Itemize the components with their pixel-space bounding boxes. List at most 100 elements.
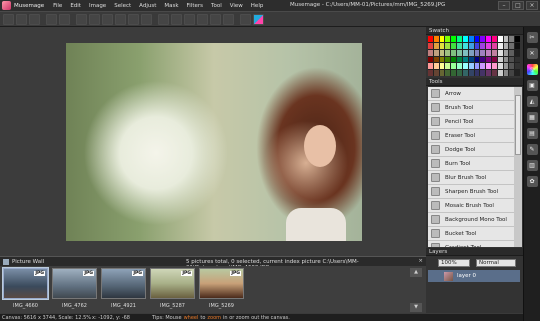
- rotate-right-icon[interactable]: [89, 13, 100, 25]
- crop-icon[interactable]: [115, 13, 126, 25]
- close-window-button[interactable]: ×: [526, 1, 538, 10]
- move-icon[interactable]: [197, 13, 208, 25]
- swatch-color[interactable]: [497, 63, 503, 70]
- swatch-color[interactable]: [445, 63, 451, 70]
- swatch-color[interactable]: [445, 36, 451, 42]
- swatch-color[interactable]: [451, 63, 457, 70]
- canvas-icon[interactable]: [141, 13, 152, 25]
- swatch-color[interactable]: [497, 42, 503, 49]
- swatch-color[interactable]: [445, 49, 451, 56]
- menu-file[interactable]: File: [53, 3, 62, 9]
- swatch-color[interactable]: [457, 70, 462, 76]
- swatch-color[interactable]: [503, 49, 509, 56]
- swatch-color[interactable]: [428, 70, 433, 76]
- lasso-icon[interactable]: [171, 13, 182, 25]
- menu-adjust[interactable]: Adjust: [139, 3, 156, 9]
- swatch-color[interactable]: [486, 42, 491, 49]
- camera-icon[interactable]: ▣: [526, 80, 538, 91]
- swatch-color[interactable]: [451, 36, 457, 42]
- menu-tool[interactable]: Tool: [211, 3, 222, 9]
- swatch-color[interactable]: [474, 42, 480, 49]
- collage-icon[interactable]: ▤: [526, 128, 538, 139]
- swatch-color[interactable]: [503, 42, 509, 49]
- swatch-color[interactable]: [428, 63, 433, 70]
- swatch-color[interactable]: [468, 42, 474, 49]
- print-icon[interactable]: [29, 13, 40, 25]
- swatch-color[interactable]: [497, 49, 503, 56]
- tool-item[interactable]: Brush Tool: [428, 101, 514, 115]
- swatch-color[interactable]: [480, 36, 486, 42]
- swatch-color[interactable]: [486, 36, 491, 42]
- swatch-color[interactable]: [468, 63, 474, 70]
- tool-item[interactable]: Pencil Tool: [428, 115, 514, 129]
- thumbnail-item[interactable]: JPG IMG_4660: [2, 267, 49, 313]
- swatch-color[interactable]: [439, 63, 445, 70]
- tool-item[interactable]: Bucket Tool: [428, 227, 514, 241]
- swatch-color[interactable]: [457, 49, 462, 56]
- swatch-color[interactable]: [486, 70, 491, 76]
- crop-tool-icon[interactable]: ✕: [526, 48, 538, 59]
- swatch-color[interactable]: [480, 63, 486, 70]
- thumbnail-item[interactable]: JPG IMG_4921: [101, 268, 146, 313]
- swatch-color[interactable]: [491, 70, 497, 76]
- swatch-color[interactable]: [451, 70, 457, 76]
- swatch-color[interactable]: [433, 63, 439, 70]
- tool-item[interactable]: Background Mono Tool: [428, 213, 514, 227]
- thumbnail-item[interactable]: JPG IMG_5269: [199, 268, 244, 313]
- maximize-button[interactable]: □: [512, 1, 524, 10]
- swatch-color[interactable]: [515, 63, 520, 70]
- swatch-color[interactable]: [480, 49, 486, 56]
- swatch-color[interactable]: [468, 56, 474, 63]
- rotate-left-icon[interactable]: [76, 13, 87, 25]
- swatch-color[interactable]: [445, 70, 451, 76]
- tool-item[interactable]: Burn Tool: [428, 157, 514, 171]
- picture-wall-close-button[interactable]: ×: [418, 258, 423, 264]
- menu-help[interactable]: Help: [251, 3, 264, 9]
- swatch-color[interactable]: [497, 70, 503, 76]
- swatch-color[interactable]: [474, 63, 480, 70]
- magic-select-icon[interactable]: [184, 13, 195, 25]
- tools-icon[interactable]: ✂: [526, 32, 538, 43]
- layers-icon[interactable]: [240, 13, 251, 25]
- swatch-color[interactable]: [515, 42, 520, 49]
- drops-icon[interactable]: ◭: [526, 96, 538, 107]
- folder-open-icon[interactable]: [3, 13, 14, 25]
- swatch-color[interactable]: [439, 36, 445, 42]
- layers-icon[interactable]: ▥: [526, 160, 538, 171]
- menu-edit[interactable]: Edit: [70, 3, 81, 9]
- swatch-color[interactable]: [445, 56, 451, 63]
- swatch-color[interactable]: [433, 49, 439, 56]
- layer-row[interactable]: layer 0: [428, 270, 520, 282]
- text-icon[interactable]: [223, 13, 234, 25]
- tool-item[interactable]: Mosaic Brush Tool: [428, 199, 514, 213]
- swatch-color[interactable]: [491, 63, 497, 70]
- swatch-color[interactable]: [468, 70, 474, 76]
- swatch-color[interactable]: [462, 49, 468, 56]
- swatch-color[interactable]: [515, 49, 520, 56]
- swatch-color[interactable]: [451, 56, 457, 63]
- pen-icon[interactable]: ✎: [526, 144, 538, 155]
- zoom-icon[interactable]: [210, 13, 221, 25]
- swatch-color[interactable]: [439, 42, 445, 49]
- opacity-field[interactable]: 100%: [438, 259, 470, 267]
- swatch-color[interactable]: [462, 36, 468, 42]
- swatch-color[interactable]: [451, 42, 457, 49]
- swatch-color[interactable]: [428, 36, 433, 42]
- scroll-down-button[interactable]: ▼: [410, 303, 422, 312]
- swatch-color[interactable]: [457, 36, 462, 42]
- menu-filters[interactable]: Filters: [187, 3, 204, 9]
- swatch-color[interactable]: [474, 36, 480, 42]
- grid-icon[interactable]: ▦: [526, 112, 538, 123]
- tool-item[interactable]: Blur Brush Tool: [428, 171, 514, 185]
- redo-icon[interactable]: [59, 13, 70, 25]
- scroll-up-button[interactable]: ▲: [410, 268, 422, 277]
- menu-image[interactable]: Image: [89, 3, 106, 9]
- swatch-color[interactable]: [439, 56, 445, 63]
- swatch-color[interactable]: [503, 70, 509, 76]
- blend-mode-select[interactable]: Normal: [476, 259, 516, 267]
- swatch-color[interactable]: [509, 36, 515, 42]
- tool-item[interactable]: Sharpen Brush Tool: [428, 185, 514, 199]
- swatch-color[interactable]: [457, 63, 462, 70]
- swatch-color[interactable]: [428, 42, 433, 49]
- tools-scroll-thumb[interactable]: [515, 95, 521, 155]
